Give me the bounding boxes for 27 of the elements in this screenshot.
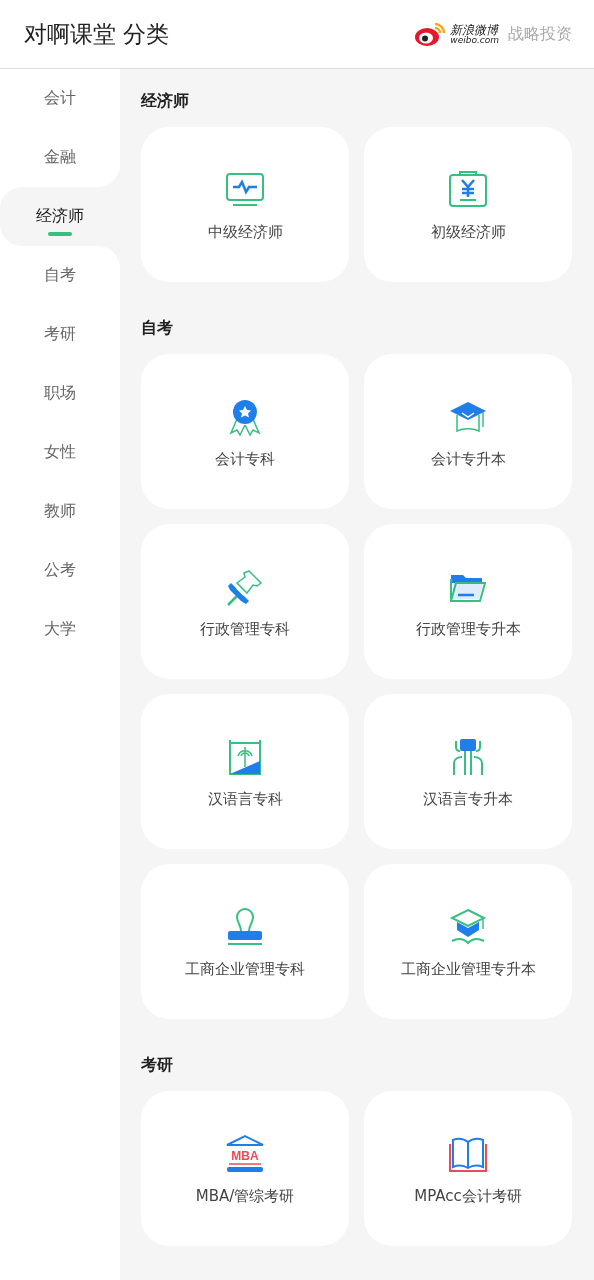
course-card[interactable]: 行政管理专升本	[364, 524, 572, 679]
graduation-book-icon	[448, 907, 488, 947]
logo-domain: weibo.com	[450, 35, 499, 45]
course-card[interactable]: 汉语言专科	[141, 694, 349, 849]
logo-text: 新浪微博	[450, 23, 499, 36]
course-card[interactable]: MBA MBA/管综考研	[141, 1091, 349, 1246]
category-tab[interactable]: 金融	[0, 128, 120, 187]
course-card[interactable]: 汉语言专升本	[364, 694, 572, 849]
section-title: 考研	[141, 1054, 174, 1076]
course-card[interactable]: MPAcc会计考研	[364, 1091, 572, 1246]
yuan-board-icon	[448, 170, 488, 210]
course-card[interactable]: 会计专科	[141, 354, 349, 509]
stamp-icon	[225, 907, 265, 947]
course-card[interactable]: 工商企业管理专升本	[364, 864, 572, 1019]
partner-label: 战略投资	[508, 23, 572, 45]
course-card[interactable]: 工商企业管理专科	[141, 864, 349, 1019]
course-card[interactable]: 初级经济师	[364, 127, 572, 282]
section-title: 自考	[141, 317, 174, 339]
weibo-eye-icon	[415, 21, 448, 47]
section-title: 经济师	[141, 90, 190, 112]
course-card[interactable]: 中级经济师	[141, 127, 349, 282]
page-title: 对啊课堂 分类	[24, 19, 170, 49]
category-tab[interactable]: 自考	[0, 246, 120, 305]
course-card[interactable]: 会计专升本	[364, 354, 572, 509]
course-card[interactable]: 行政管理专科	[141, 524, 349, 679]
category-tab[interactable]: 经济师	[0, 187, 120, 246]
pushpin-icon	[225, 567, 265, 607]
